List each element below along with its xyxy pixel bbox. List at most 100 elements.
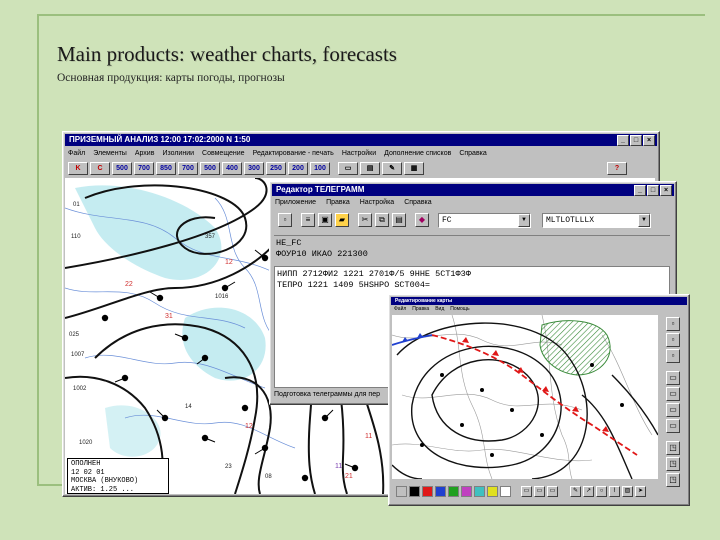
- chevron-down-icon[interactable]: ▼: [638, 213, 650, 227]
- palette-swatch-black[interactable]: [409, 485, 420, 497]
- side-tool-2-icon[interactable]: ▫: [666, 333, 680, 347]
- telegram-editor-titlebar[interactable]: Редактор ТЕЛЕГРАММ _ □ ×: [272, 184, 674, 196]
- side-tool-1-icon[interactable]: ▫: [666, 317, 680, 331]
- forecast-map-window: Редактирование карты Файл Правка Вид Пом…: [388, 294, 690, 506]
- forecast-menu-file[interactable]: Файл: [394, 305, 406, 313]
- forecast-menu-help[interactable]: Помощь: [450, 305, 469, 313]
- telegram-type-combo[interactable]: FC ▼: [438, 212, 531, 228]
- toolbar-level-200[interactable]: 200: [288, 161, 308, 175]
- menu-edit-print[interactable]: Редактирование - печать: [253, 148, 334, 159]
- pen-icon[interactable]: ✎: [570, 485, 581, 497]
- forecast-menu-view[interactable]: Вид: [435, 305, 444, 313]
- palette-swatch-magenta[interactable]: [461, 485, 472, 497]
- toolbar-level-500b[interactable]: 500: [200, 161, 220, 175]
- slide-title: Main products: weather charts, forecasts: [57, 42, 397, 66]
- telegram-menu-app[interactable]: Приложение: [275, 197, 316, 208]
- telegram-menubar: Приложение Правка Настройка Справка: [272, 197, 674, 208]
- help-button[interactable]: ?: [607, 161, 627, 175]
- telegram-close-button[interactable]: ×: [660, 185, 672, 196]
- toolbar-button-c[interactable]: C: [90, 161, 110, 175]
- toolbar-level-100[interactable]: 100: [310, 161, 330, 175]
- palette-swatch-green[interactable]: [448, 485, 459, 497]
- menu-archive[interactable]: Архив: [135, 148, 155, 159]
- svg-text:110: 110: [71, 234, 81, 240]
- open-folder-icon[interactable]: ▰: [335, 213, 349, 227]
- toolbar-button-k[interactable]: K: [68, 161, 88, 175]
- station-info-line-1: ОПОЛНЕН: [71, 460, 101, 468]
- forecast-map[interactable]: [392, 315, 658, 479]
- circle-icon[interactable]: ○: [596, 485, 607, 497]
- toolbar-level-250[interactable]: 250: [266, 161, 286, 175]
- menu-file[interactable]: Файл: [68, 148, 85, 159]
- close-button[interactable]: ×: [643, 135, 655, 146]
- menu-isolines[interactable]: Изолинии: [162, 148, 194, 159]
- side-tool-3-icon[interactable]: ▫: [666, 349, 680, 363]
- cut-icon[interactable]: ✂: [358, 213, 372, 227]
- send-icon[interactable]: ◆: [415, 213, 429, 227]
- forecast-titlebar[interactable]: Редактирование карты: [391, 297, 687, 305]
- toolbar-level-700[interactable]: 700: [134, 161, 154, 175]
- svg-text:31: 31: [165, 313, 173, 320]
- menu-help[interactable]: Справка: [459, 148, 486, 159]
- side-tool-8-icon[interactable]: ◳: [666, 441, 680, 455]
- paste-icon[interactable]: ▤: [392, 213, 406, 227]
- menu-lists[interactable]: Дополнение списков: [384, 148, 451, 159]
- toolbar-level-850[interactable]: 850: [156, 161, 176, 175]
- palette-swatch-yellow[interactable]: [487, 485, 498, 497]
- brush-icon[interactable]: ⌇: [609, 485, 620, 497]
- forecast-bottom-toolbar: ▭ ▭ ▭ ✎ ↗ ○ ⌇ ▨ ➤: [392, 483, 684, 499]
- station-info-line-2: 12 02 01: [71, 468, 105, 477]
- station-combo[interactable]: MLTLOTLLLX ▼: [542, 212, 651, 228]
- menu-overlay[interactable]: Совмещение: [202, 148, 245, 159]
- chevron-down-icon[interactable]: ▼: [518, 213, 530, 227]
- toolbar-icon-1[interactable]: ▭: [338, 161, 358, 175]
- svg-text:11: 11: [335, 463, 342, 470]
- cursor-icon[interactable]: ➤: [635, 485, 646, 497]
- new-document-icon[interactable]: ▫: [278, 213, 292, 227]
- save-icon[interactable]: ▣: [318, 213, 332, 227]
- svg-text:14: 14: [185, 404, 192, 410]
- copy-icon[interactable]: ⧉: [375, 213, 389, 227]
- telegram-minimize-button[interactable]: _: [634, 185, 646, 196]
- toolbar-icon-4[interactable]: ▦: [404, 161, 424, 175]
- side-tool-6-icon[interactable]: ▭: [666, 403, 680, 417]
- forecast-menu-edit[interactable]: Правка: [412, 305, 429, 313]
- surface-analysis-titlebar[interactable]: ПРИЗЕМНЫЙ АНАЛИЗ 12:00 17:02:2000 N 1:50…: [65, 134, 657, 146]
- telegram-menu-help[interactable]: Справка: [404, 197, 431, 208]
- palette-swatch-blue[interactable]: [435, 485, 446, 497]
- bottom-tool-3-icon[interactable]: ▭: [547, 485, 558, 497]
- toolbar-level-400[interactable]: 400: [222, 161, 242, 175]
- toolbar-level-300[interactable]: 300: [244, 161, 264, 175]
- forecast-window-title: Редактирование карты: [395, 298, 453, 304]
- telegram-maximize-button[interactable]: □: [647, 185, 659, 196]
- toolbar-icon-3[interactable]: ✎: [382, 161, 402, 175]
- station-info-line-4: АКТИВ: 1.25 ...: [71, 485, 135, 494]
- hatch-tool-icon[interactable]: ▨: [622, 485, 633, 497]
- side-tool-5-icon[interactable]: ▭: [666, 387, 680, 401]
- toolbar-icon-2[interactable]: ▤: [360, 161, 380, 175]
- telegram-menu-edit[interactable]: Правка: [326, 197, 350, 208]
- palette-swatch-red[interactable]: [422, 485, 433, 497]
- arrow-icon[interactable]: ↗: [583, 485, 594, 497]
- palette-swatch-grey[interactable]: [396, 485, 407, 497]
- toolbar-level-700b[interactable]: 700: [178, 161, 198, 175]
- svg-text:12: 12: [225, 259, 233, 266]
- toolbar-level-500[interactable]: 500: [112, 161, 132, 175]
- maximize-button[interactable]: □: [630, 135, 642, 146]
- bottom-tool-1-icon[interactable]: ▭: [521, 485, 532, 497]
- minimize-button[interactable]: _: [617, 135, 629, 146]
- svg-text:21: 21: [345, 473, 353, 480]
- telegram-header-panel: HE_FC ФОУР10 ИКАО 221300: [274, 235, 670, 266]
- side-tool-7-icon[interactable]: ▭: [666, 419, 680, 433]
- menu-elements[interactable]: Элементы: [93, 148, 127, 159]
- bottom-tool-2-icon[interactable]: ▭: [534, 485, 545, 497]
- telegram-menu-settings[interactable]: Настройка: [360, 197, 394, 208]
- palette-swatch-cyan[interactable]: [474, 485, 485, 497]
- list-icon[interactable]: ≡: [301, 213, 315, 227]
- telegram-body-line-2: ТЕПРО 1221 1409 5НSНРО SCT004=: [277, 280, 431, 290]
- menu-settings[interactable]: Настройки: [342, 148, 376, 159]
- palette-swatch-white[interactable]: [500, 485, 511, 497]
- side-tool-4-icon[interactable]: ▭: [666, 371, 680, 385]
- side-tool-9-icon[interactable]: ◳: [666, 457, 680, 471]
- decorative-bottom-line: [37, 484, 63, 486]
